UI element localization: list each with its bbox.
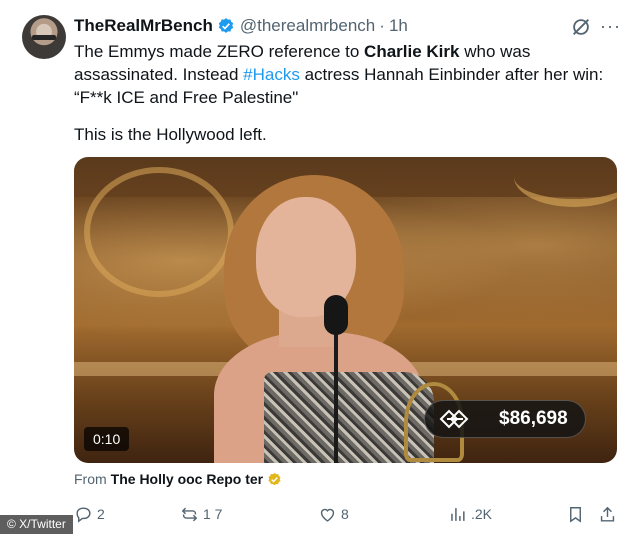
bookmark-button[interactable] [566,502,585,526]
image-credit-watermark: © X/Twitter [0,515,73,534]
reply-count: 2 [97,506,105,522]
video-source[interactable]: From The Holly ooc Repo ter [74,471,282,487]
source-name[interactable]: The Holly ooc Repo ter [111,471,263,487]
source-prefix: From [74,471,107,487]
like-count: 8 [341,506,349,522]
more-icon[interactable]: ··· [600,17,621,35]
repost-button[interactable]: 1 7 [180,502,222,526]
separator: · [379,16,385,35]
microphone-stand [334,332,338,463]
like-icon [320,508,335,522]
timestamp[interactable]: 1h [389,16,408,36]
tweet-text-paragraph-2: This is the Hollywood left. [74,125,267,144]
repost-icon [181,507,198,521]
ad-price: $86,698 [499,408,568,429]
share-button[interactable] [598,502,617,526]
ad-price-badge[interactable]: $86,698 [424,400,586,438]
mention-charlie-kirk: Charlie Kirk [364,42,460,61]
author-name[interactable]: TheRealMrBench [74,16,213,36]
reply-icon [76,506,91,523]
views-icon [451,507,465,521]
video-duration: 0:10 [84,427,130,451]
grok-icon[interactable] [570,16,592,38]
like-button[interactable]: 8 [318,502,349,526]
repost-count: 1 7 [203,506,223,522]
verified-icon [218,18,234,33]
share-icon [600,506,615,522]
action-bar: 2 1 7 8 .2K [0,502,634,526]
boys-girls-club-icon [439,409,469,429]
text-segment: The Emmys made ZERO reference to [74,42,365,61]
author-handle[interactable]: @therealmrbench [240,16,375,36]
tweet-text: The Emmys made ZERO reference to Charlie… [74,40,619,109]
emmy-statue-backdrop [84,167,234,297]
bookmark-icon [570,506,581,523]
tweet-header: TheRealMrBench @therealmrbench · 1h [74,15,408,37]
video-player[interactable]: 0:10 $86,698 [74,157,617,463]
microphone [324,295,348,335]
views-button[interactable]: .2K [448,502,492,526]
hashtag-link[interactable]: #Hacks [243,65,300,84]
avatar[interactable] [22,15,66,59]
views-count: .2K [471,506,493,522]
gold-verified-icon [268,472,281,485]
reply-button[interactable]: 2 [74,502,105,526]
